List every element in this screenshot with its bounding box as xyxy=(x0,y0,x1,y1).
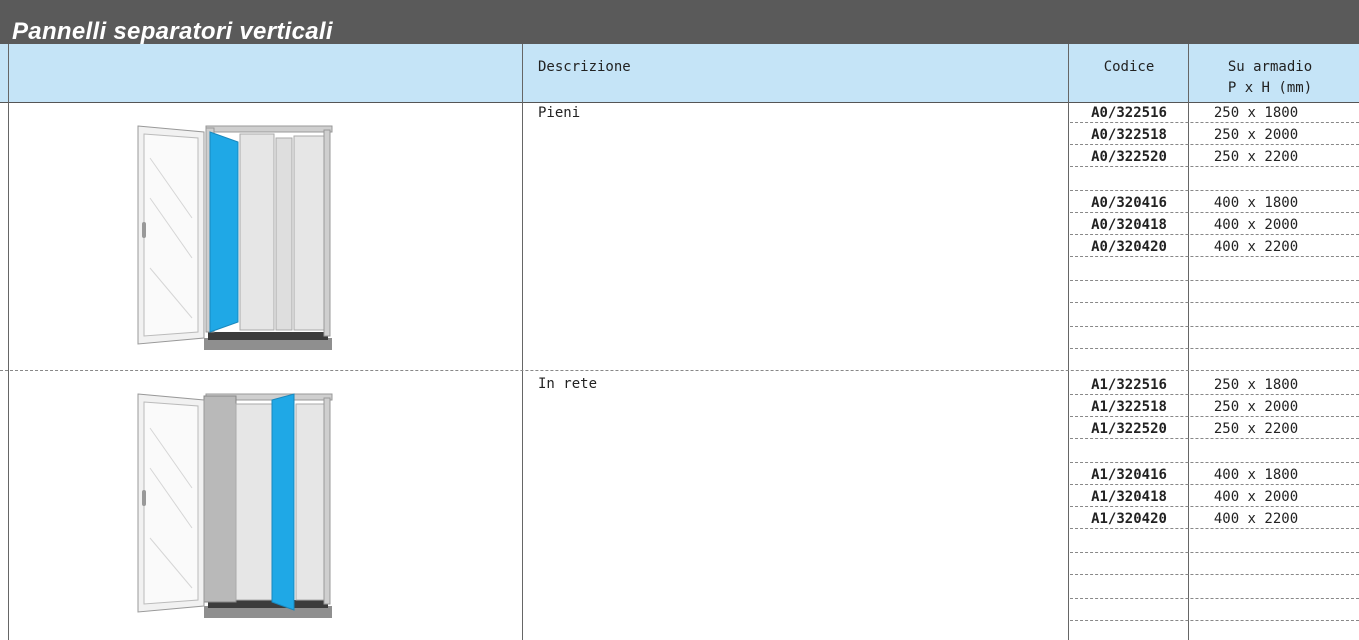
cabinet-solid-illustration xyxy=(137,125,333,350)
header-cabinet-line2: P x H (mm) xyxy=(1227,80,1313,96)
row-separator xyxy=(1070,280,1359,281)
row-separator xyxy=(1070,462,1359,463)
code-cell: A0/322516 xyxy=(1091,105,1167,121)
row-separator xyxy=(1070,416,1359,417)
code-cell: A0/320418 xyxy=(1091,217,1167,233)
code-cell: A1/322516 xyxy=(1091,377,1167,393)
row-separator xyxy=(1070,438,1359,439)
row-separator xyxy=(1070,552,1359,553)
row-separator xyxy=(1070,348,1359,349)
dimension-cell: 250 x 1800 xyxy=(1213,377,1299,393)
code-cell: A1/322520 xyxy=(1091,421,1167,437)
dimension-cell: 250 x 2200 xyxy=(1213,149,1299,165)
section-description: In rete xyxy=(538,376,598,392)
code-cell: A1/320416 xyxy=(1091,467,1167,483)
code-cell: A1/320418 xyxy=(1091,489,1167,505)
table-header: Descrizione Codice Su armadio P x H (mm) xyxy=(0,44,1359,103)
code-cell: A0/322520 xyxy=(1091,149,1167,165)
row-separator xyxy=(1070,620,1359,621)
page-title: Pannelli separatori verticali xyxy=(12,18,333,45)
header-description: Descrizione xyxy=(538,59,631,75)
row-separator xyxy=(1070,190,1359,191)
dimension-cell: 400 x 1800 xyxy=(1213,467,1299,483)
code-cell: A0/320420 xyxy=(1091,239,1167,255)
row-separator xyxy=(1070,166,1359,167)
cabinet-mesh-illustration xyxy=(137,393,333,618)
column-divider-cabinet xyxy=(1188,44,1189,640)
dimension-cell: 250 x 2000 xyxy=(1213,399,1299,415)
header-cabinet-line1: Su armadio xyxy=(1227,59,1313,75)
row-separator xyxy=(1070,394,1359,395)
code-cell: A1/322518 xyxy=(1091,399,1167,415)
section-divider xyxy=(0,370,1359,371)
catalog-page: Pannelli separatori verticali Descrizion… xyxy=(0,0,1359,640)
dimension-cell: 400 x 2000 xyxy=(1213,217,1299,233)
left-border xyxy=(8,44,9,640)
column-divider-code xyxy=(1068,44,1069,640)
dimension-cell: 250 x 2200 xyxy=(1213,421,1299,437)
dimension-cell: 400 x 2200 xyxy=(1213,511,1299,527)
row-separator xyxy=(1070,326,1359,327)
row-separator xyxy=(1070,234,1359,235)
dimension-cell: 250 x 1800 xyxy=(1213,105,1299,121)
section-description: Pieni xyxy=(538,105,581,121)
row-separator xyxy=(1070,484,1359,485)
row-separator xyxy=(1070,212,1359,213)
row-separator xyxy=(1070,302,1359,303)
title-bar: Pannelli separatori verticali xyxy=(0,0,1359,45)
row-separator xyxy=(1070,144,1359,145)
row-separator xyxy=(1070,528,1359,529)
row-separator xyxy=(1070,256,1359,257)
dimension-cell: 400 x 2000 xyxy=(1213,489,1299,505)
dimension-cell: 400 x 2200 xyxy=(1213,239,1299,255)
code-cell: A0/322518 xyxy=(1091,127,1167,143)
header-code: Codice xyxy=(1103,59,1155,75)
code-cell: A0/320416 xyxy=(1091,195,1167,211)
row-separator xyxy=(1070,506,1359,507)
row-separator xyxy=(1070,574,1359,575)
column-divider-description xyxy=(522,44,523,640)
code-cell: A1/320420 xyxy=(1091,511,1167,527)
row-separator xyxy=(1070,122,1359,123)
row-separator xyxy=(1070,598,1359,599)
dimension-cell: 400 x 1800 xyxy=(1213,195,1299,211)
dimension-cell: 250 x 2000 xyxy=(1213,127,1299,143)
